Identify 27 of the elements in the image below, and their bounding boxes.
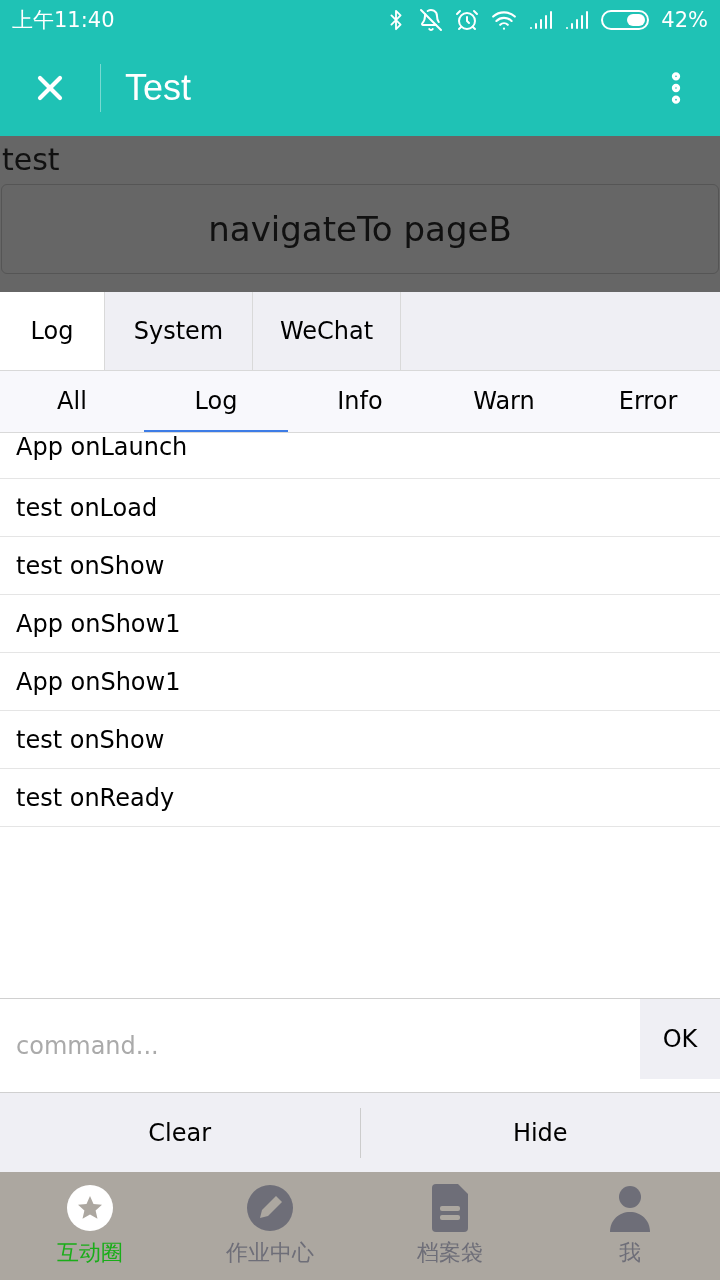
filter-tab[interactable]: Error	[576, 371, 720, 432]
pencil-icon	[246, 1184, 294, 1232]
console-tab[interactable]: Log	[0, 292, 105, 370]
filter-tab[interactable]: Log	[144, 371, 288, 432]
signal-icon	[565, 8, 590, 32]
battery-percent: 42%	[661, 8, 708, 32]
log-entry: test onShow	[0, 711, 720, 769]
filter-tab[interactable]: Warn	[432, 371, 576, 432]
battery-icon	[601, 10, 650, 30]
log-entry: test onLoad	[0, 479, 720, 537]
signal-icon	[529, 8, 554, 32]
filter-tab[interactable]: Info	[288, 371, 432, 432]
page-title: Test	[125, 67, 192, 109]
alarm-clock-icon	[455, 8, 480, 32]
action-button[interactable]: Hide	[360, 1093, 720, 1172]
action-button[interactable]: Clear	[0, 1093, 360, 1172]
log-entry: App onShow1	[0, 653, 720, 711]
bell-off-icon	[419, 8, 444, 32]
ok-button[interactable]: OK	[640, 999, 720, 1079]
log-entry: App onLaunch	[0, 433, 720, 479]
document-icon	[432, 1184, 468, 1232]
page-heading: test	[1, 141, 61, 179]
filter-tab[interactable]: All	[0, 371, 144, 432]
log-entry: App onShow1	[0, 595, 720, 653]
log-entry: test onReady	[0, 769, 720, 827]
status-time: 上午11:40	[12, 7, 115, 34]
log-entry: test onShow	[0, 537, 720, 595]
